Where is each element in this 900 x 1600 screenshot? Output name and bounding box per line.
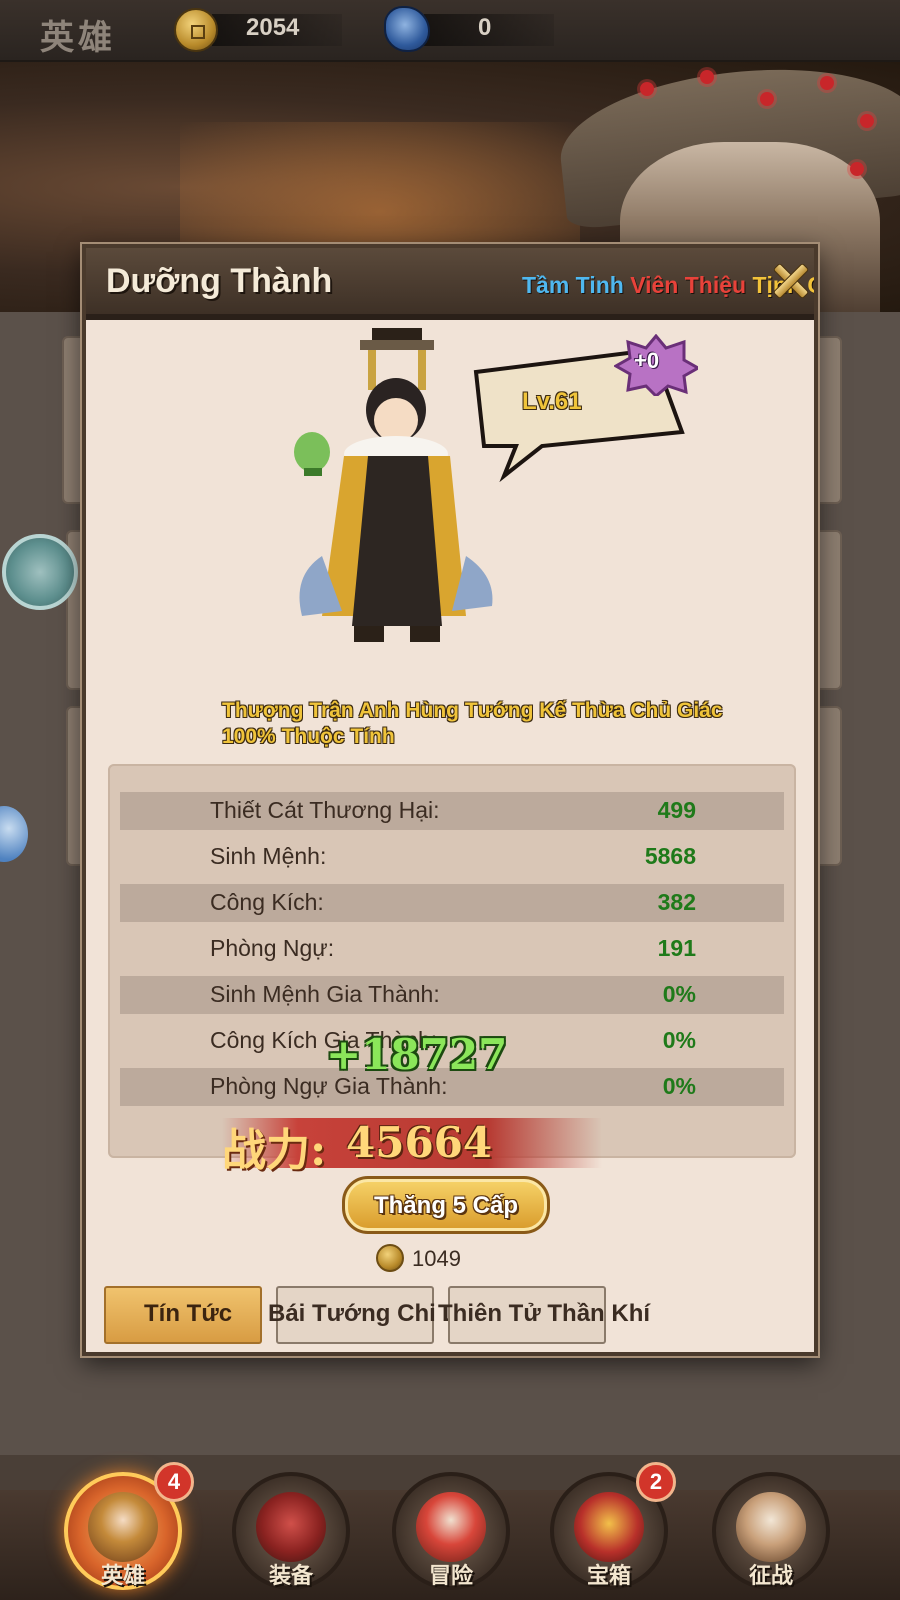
tab-label: Thiên Tử Thần Khí [438,1300,651,1327]
hero-icon [88,1492,158,1562]
nav-label: 征战 [748,1563,793,1589]
marquee-segment: Tầm Tinh [522,272,631,298]
modal-header: Dưỡng Thành Tầm Tinh Viên Thiệu Tịnh Cấp… [86,248,814,320]
close-icon[interactable] [766,254,814,306]
power-value: 45664 [346,1118,493,1167]
floating-event-icon[interactable] [0,806,28,862]
armor-icon [256,1492,326,1562]
gem-icon [384,6,430,52]
nav-label: 宝箱 [586,1563,631,1589]
stat-value: 499 [657,797,696,823]
stat-value: 191 [657,935,696,961]
tab-label: Tín Tức [144,1300,233,1327]
tab-recruit-path[interactable]: Bái Tướng Chi Lộ [268,1286,472,1344]
blossom-icon [640,82,654,96]
tab-divine-artifact[interactable]: Thiên Tử Thần Khí [438,1286,650,1344]
upgrade-5-levels-button[interactable]: Thăng 5 Cấp [342,1176,550,1234]
stat-value: 0% [662,1073,696,1099]
stats-panel: Thiết Cát Thương Hại: 499 Sinh Mệnh: 586… [108,764,796,1158]
star-plus-value: +0 [634,348,660,373]
description-line: 100% Thuộc Tính [222,725,395,748]
coin-icon [174,8,218,52]
nav-equipment[interactable]: 装备 [232,1472,350,1590]
resource-bar: 英雄 2054 0 [0,0,900,62]
power-gain-popup: +18727 [326,1030,508,1079]
stat-label: Thiết Cát Thương Hại: [210,797,440,823]
stat-label: Sinh Mệnh Gia Thành: [210,981,440,1007]
hero-description: Thượng Trận Anh Hùng Tướng Kế Thừa Chủ G… [222,698,742,750]
stat-label: Phòng Ngự: [210,935,335,961]
stat-value: 0% [662,1027,696,1053]
notification-badge: 2 [636,1462,676,1502]
stat-value: 382 [657,889,696,915]
blossom-icon [820,76,834,90]
stat-row: Phòng Ngự: 191 [120,930,784,968]
stat-label: Công Kích: [210,889,324,915]
stat-row: Công Kích: 382 [120,884,784,922]
hero-level: Lv.61 [522,388,582,415]
gem-value: 0 [478,14,492,41]
nav-label: 冒险 [428,1563,473,1589]
war-drum-icon [736,1492,806,1562]
nav-campaign[interactable]: 征战 [712,1472,830,1590]
stat-row: Thiết Cát Thương Hại: 499 [120,792,784,830]
stat-row: Sinh Mệnh: 5868 [120,838,784,876]
treasure-chest-icon [574,1492,644,1562]
marquee-segment: Viên Thiệu [630,272,753,298]
blossom-icon [700,70,714,84]
coin-icon [376,1244,404,1272]
upgrade-cost: 1049 [412,1246,461,1271]
stat-value: 5868 [644,843,696,869]
notification-badge: 4 [154,1462,194,1502]
adventure-icon [416,1492,486,1562]
blossom-icon [860,114,874,128]
blossom-icon [760,92,774,106]
nav-label: 装备 [268,1563,313,1589]
upgrade-button-label: Thăng 5 Cấp [373,1192,518,1219]
header-divider [86,314,814,320]
stat-value: 0% [662,981,696,1007]
screen-title: 英雄 [40,18,116,58]
tab-info[interactable]: Tín Tức [104,1286,262,1344]
modal-title: Dưỡng Thành [106,262,333,300]
power-label: 战力: [222,1125,327,1176]
floating-menu-icon[interactable] [2,534,78,610]
stat-label: Sinh Mệnh: [210,843,327,869]
coin-value: 2054 [246,14,300,41]
blossom-icon [850,162,864,176]
stat-row: Sinh Mệnh Gia Thành: 0% [120,976,784,1014]
nav-adventure[interactable]: 冒险 [392,1472,510,1590]
cultivation-modal: Dưỡng Thành Tầm Tinh Viên Thiệu Tịnh Cấp… [82,244,818,1356]
description-line: Thượng Trận Anh Hùng Tướng Kế Thừa Chủ G… [222,699,723,722]
nav-label: 英雄 [100,1563,145,1589]
